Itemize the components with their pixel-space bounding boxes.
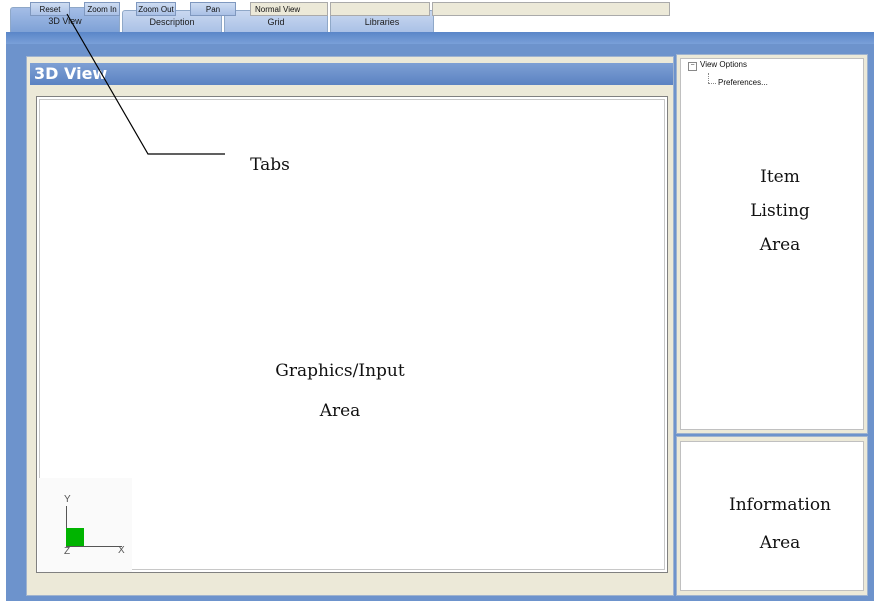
frame-header-strip	[6, 32, 874, 44]
zoom-in-button[interactable]: Zoom In	[84, 2, 120, 16]
item-annotation-line3: Area	[759, 235, 801, 255]
tree-item-view-options[interactable]: View Options	[700, 60, 747, 69]
graphics-annotation-line2: Area	[319, 401, 361, 421]
y-axis-label: Y	[64, 494, 71, 505]
info-annotation-line2: Area	[759, 533, 801, 553]
reset-button[interactable]: Reset	[30, 2, 70, 16]
status-field-empty-1	[330, 2, 430, 16]
collapse-icon[interactable]: −	[688, 62, 697, 71]
tree-connector-branch	[708, 83, 716, 85]
tabs-annotation: Tabs	[250, 155, 290, 175]
x-axis-label: X	[118, 545, 125, 556]
tree-connector	[708, 73, 710, 83]
x-axis-line	[66, 546, 122, 547]
axis-indicator	[38, 478, 132, 572]
zoom-out-button[interactable]: Zoom Out	[136, 2, 176, 16]
pan-button[interactable]: Pan	[190, 2, 236, 16]
bottom-toolbar	[28, 574, 672, 592]
z-axis-label: Z	[64, 546, 71, 557]
panel-title: 3D View	[30, 63, 673, 85]
view-mode-status: Normal View	[250, 2, 328, 16]
status-field-empty-2	[432, 2, 670, 16]
graphics-annotation-line1: Graphics/Input	[275, 361, 405, 381]
axis-origin-marker	[66, 528, 84, 546]
tree-item-preferences[interactable]: Preferences...	[718, 78, 768, 87]
info-annotation-line1: Information	[728, 495, 832, 515]
item-annotation-line2: Listing	[750, 201, 810, 221]
item-annotation-line1: Item	[760, 167, 800, 187]
canvas-inner-border	[39, 99, 665, 570]
